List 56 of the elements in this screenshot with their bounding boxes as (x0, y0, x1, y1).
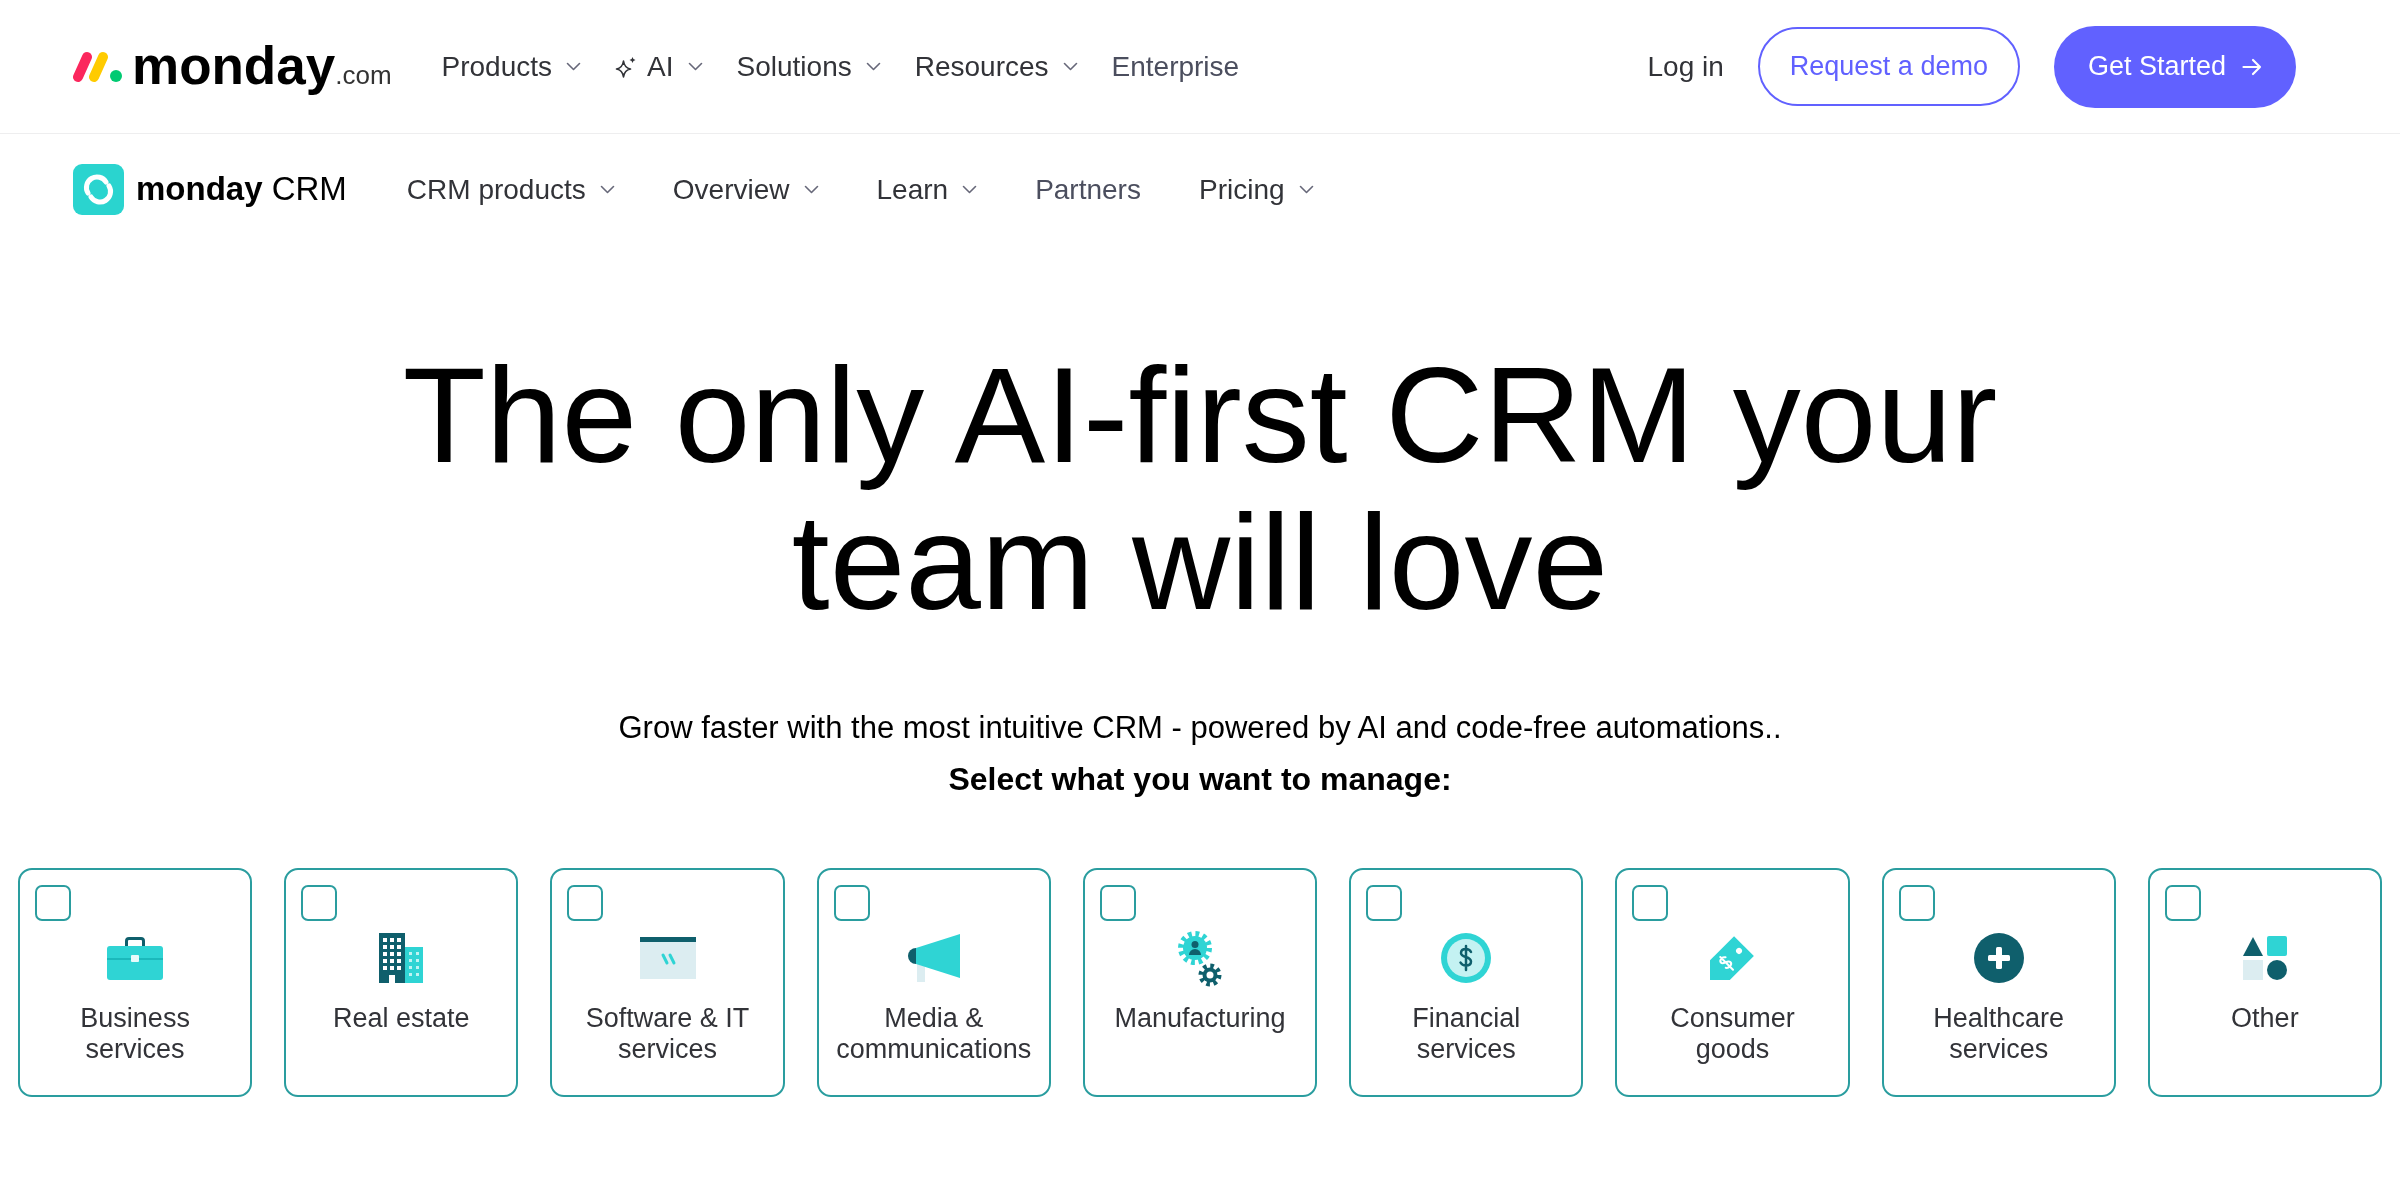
checkbox[interactable] (1632, 885, 1669, 921)
category-card[interactable]: Real estate (284, 868, 519, 1097)
get-started-button[interactable]: Get Started (2053, 25, 2296, 108)
checkbox[interactable] (301, 885, 338, 921)
nav-link[interactable]: Enterprise (1111, 49, 1240, 84)
browser-window-icon (639, 937, 696, 979)
checkbox[interactable] (1099, 885, 1136, 921)
nav-menu-link[interactable]: AI (615, 49, 703, 84)
checkbox[interactable] (1366, 885, 1403, 921)
category-card[interactable]: Healthcare services (1881, 868, 2116, 1097)
checkbox[interactable] (2164, 885, 2201, 921)
login-link[interactable]: Log in (1647, 49, 1724, 84)
gears-icon (1177, 929, 1223, 987)
chevron-down-icon (566, 62, 582, 71)
hero-subtitle: Grow faster with the most intuitive CRM - powered by AI and code-free automations.. (617, 709, 1783, 747)
checkbox[interactable] (35, 885, 71, 921)
select-prompt: Select what you want to manage: (947, 760, 1453, 799)
chevron-down-icon (1062, 62, 1078, 71)
hero-heading: The only AI-first CRM your team will love (401, 342, 1999, 636)
logo-icon[interactable] (72, 50, 123, 83)
category-card[interactable]: Business services (18, 868, 253, 1097)
megaphone-icon (907, 934, 960, 982)
checkbox[interactable] (833, 885, 870, 921)
category-card[interactable]: Software & IT services (550, 868, 785, 1097)
price-tag-icon (1710, 936, 1755, 980)
product-logo-text[interactable]: monday CRM (136, 169, 347, 209)
briefcase-icon (107, 936, 164, 980)
chevron-down-icon (599, 184, 615, 194)
category-card[interactable]: Other (2147, 868, 2382, 1097)
chevron-down-icon (962, 184, 978, 194)
plus-circle-icon (1973, 933, 2024, 983)
chevron-down-icon (687, 62, 703, 71)
logo-wordmark[interactable]: monday.com (132, 37, 392, 96)
category-card[interactable]: Consumer goods (1615, 868, 1850, 1097)
nav-menu-link[interactable]: Products (441, 49, 582, 84)
dollar-coin-icon (1441, 933, 1492, 983)
checkbox[interactable] (567, 885, 604, 921)
request-demo-button[interactable]: Request a demo (1757, 27, 2020, 106)
nav-menu-link[interactable]: Solutions (736, 49, 881, 84)
checkbox[interactable] (1898, 885, 1935, 921)
nav-menu-link[interactable]: Overview (672, 171, 819, 207)
buildings-icon (379, 933, 424, 983)
chevron-down-icon (865, 62, 881, 71)
category-card[interactable]: Manufacturing (1082, 868, 1318, 1097)
arrow-right-icon (2242, 57, 2262, 76)
nav-link[interactable]: Partners (1035, 171, 1141, 207)
chevron-down-icon (1298, 184, 1314, 194)
shapes-icon (2242, 936, 2287, 980)
nav-menu-link[interactable]: Resources (914, 49, 1078, 84)
product-logo-icon[interactable] (73, 163, 124, 215)
nav-menu-link[interactable]: CRM products (406, 171, 615, 207)
chevron-down-icon (803, 184, 819, 194)
category-card[interactable]: Media & communications (816, 868, 1051, 1097)
nav-menu-link[interactable]: Learn (876, 171, 978, 207)
category-card[interactable]: Financial services (1349, 868, 1584, 1097)
nav-menu-link[interactable]: Pricing (1198, 171, 1314, 207)
